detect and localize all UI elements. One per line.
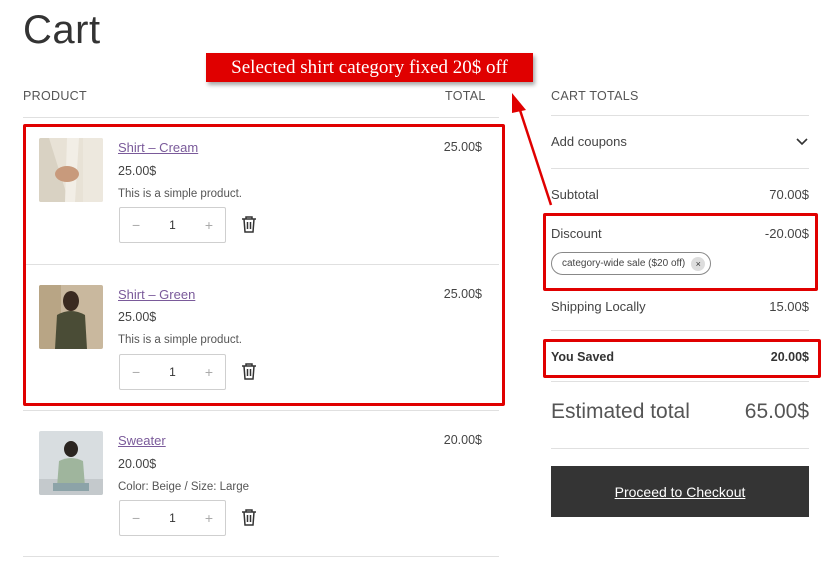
item-description: This is a simple product.	[118, 334, 242, 346]
quantity-value[interactable]: 1	[169, 365, 176, 379]
trash-icon[interactable]	[241, 508, 259, 528]
item-total: 25.00$	[443, 287, 482, 301]
subtotal-value: 70.00$	[769, 187, 809, 202]
sweater-image[interactable]	[39, 431, 103, 495]
page-title: Cart	[23, 8, 101, 52]
cream-shirt-image[interactable]	[39, 138, 103, 202]
estimated-total-label: Estimated total	[551, 400, 690, 423]
item-name-link[interactable]: Sweater	[118, 433, 166, 448]
cart-item: Shirt – Cream 25.00$ This is a simple pr…	[23, 130, 499, 264]
item-description: This is a simple product.	[118, 188, 242, 200]
estimated-total-value: 65.00$	[744, 400, 809, 423]
item-price: 20.00$	[118, 457, 157, 471]
divider	[551, 381, 809, 382]
item-total: 25.00$	[443, 140, 482, 154]
you-saved-label: You Saved	[551, 350, 614, 364]
quantity-stepper: − 1 +	[119, 500, 226, 536]
decrease-quantity-button[interactable]: −	[132, 217, 140, 233]
item-name-link[interactable]: Shirt – Cream	[118, 140, 198, 155]
shipping-label: Shipping Locally	[551, 299, 646, 314]
divider	[551, 115, 809, 116]
estimated-total-row: Estimated total 65.00$	[551, 400, 809, 424]
cart-item: Shirt – Green 25.00$ This is a simple pr…	[23, 277, 499, 410]
item-price: 25.00$	[118, 164, 157, 178]
add-coupons-toggle[interactable]: Add coupons	[551, 134, 809, 151]
shipping-value: 15.00$	[769, 299, 809, 314]
item-name-link[interactable]: Shirt – Green	[118, 287, 195, 302]
chevron-down-icon[interactable]	[795, 134, 809, 151]
coupon-chip: category-wide sale ($20 off) ×	[551, 252, 712, 275]
increase-quantity-button[interactable]: +	[205, 217, 213, 233]
add-coupons-label: Add coupons	[551, 134, 627, 149]
item-price: 25.00$	[118, 310, 157, 324]
you-saved-row: You Saved 20.00$	[551, 350, 809, 364]
quantity-stepper: − 1 +	[119, 354, 226, 390]
cart-totals-header: CART TOTALS	[551, 89, 639, 103]
product-column-header: PRODUCT	[23, 89, 87, 103]
quantity-value[interactable]: 1	[169, 218, 176, 232]
divider	[551, 168, 809, 169]
divider	[23, 117, 499, 118]
quantity-stepper: − 1 +	[119, 207, 226, 243]
discount-label: Discount	[551, 226, 602, 241]
divider	[551, 330, 809, 331]
green-shirt-image[interactable]	[39, 285, 103, 349]
annotation-callout: Selected shirt category fixed 20$ off	[206, 53, 533, 82]
cart-item: Sweater 20.00$ Color: Beige / Size: Larg…	[23, 423, 499, 556]
trash-icon[interactable]	[241, 362, 259, 382]
discount-value: -20.00$	[764, 226, 809, 241]
item-total: 20.00$	[443, 433, 482, 447]
divider	[551, 448, 809, 449]
you-saved-value: 20.00$	[770, 350, 809, 364]
subtotal-label: Subtotal	[551, 187, 599, 202]
total-column-header: TOTAL	[445, 89, 486, 103]
decrease-quantity-button[interactable]: −	[132, 510, 140, 526]
proceed-to-checkout-button[interactable]: Proceed to Checkout	[551, 466, 809, 517]
coupon-chip-label: category-wide sale ($20 off)	[562, 258, 686, 269]
divider	[23, 264, 499, 265]
quantity-value[interactable]: 1	[169, 511, 176, 525]
decrease-quantity-button[interactable]: −	[132, 364, 140, 380]
shipping-row: Shipping Locally 15.00$	[551, 299, 809, 314]
subtotal-row: Subtotal 70.00$	[551, 187, 809, 202]
discount-row: Discount -20.00$	[551, 226, 809, 241]
item-description: Color: Beige / Size: Large	[118, 481, 250, 493]
increase-quantity-button[interactable]: +	[205, 364, 213, 380]
remove-coupon-button[interactable]: ×	[691, 256, 706, 271]
trash-icon[interactable]	[241, 215, 259, 235]
divider	[23, 556, 499, 557]
increase-quantity-button[interactable]: +	[205, 510, 213, 526]
divider	[23, 410, 499, 411]
